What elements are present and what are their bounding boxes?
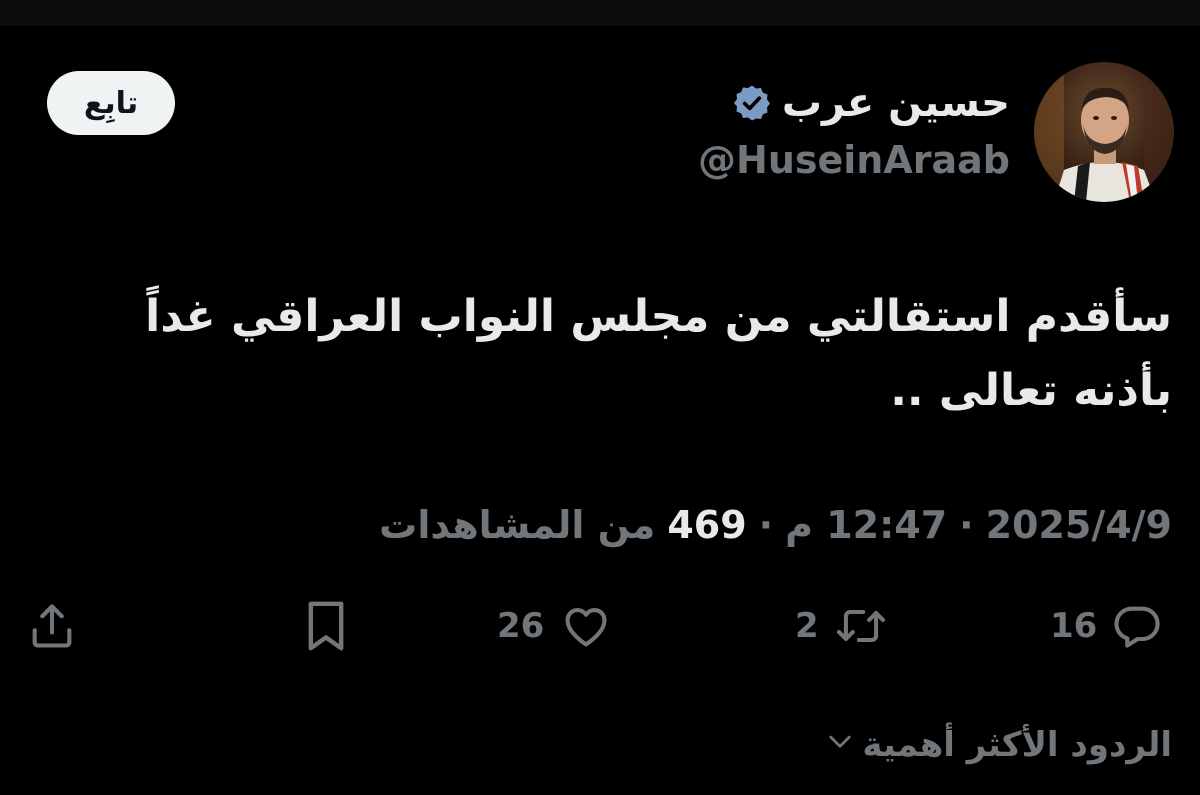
tweet-text-line-2: بأذنه تعالى .. [890,365,1172,416]
tweet-actions: 16 2 26 [0,596,1200,656]
replies-sort-dropdown[interactable]: الردود الأكثر أهمية [824,718,1172,772]
bookmark-icon [302,598,350,654]
avatar-image [1034,62,1174,202]
reply-count: 16 [1050,606,1098,646]
reply-button[interactable]: 16 [1050,596,1163,656]
bookmark-button[interactable] [302,596,350,656]
retweet-button[interactable]: 2 [795,596,889,656]
chevron-down-icon [824,725,856,766]
share-button[interactable] [26,596,78,656]
top-strip [0,0,1200,26]
replies-sort-label: الردود الأكثر أهمية [862,725,1172,765]
share-icon [26,600,78,652]
avatar[interactable] [1034,62,1174,202]
like-icon [558,600,614,652]
tweet-time[interactable]: 12:47 م [785,503,947,547]
like-button[interactable]: 26 [497,596,614,656]
retweet-icon [833,600,889,652]
follow-button[interactable]: تابِع [47,71,175,135]
verified-badge-icon[interactable] [732,83,772,123]
tweet-text: سأقدم استقالتي من مجلس النواب العراقي غد… [32,280,1172,428]
views-label: من المشاهدات [379,503,656,547]
user-handle[interactable]: @HuseinAraab [698,138,1010,182]
user-name-row: حسين عرب [732,78,1010,128]
display-name[interactable]: حسين عرب [782,80,1010,126]
tweet-text-line-1: سأقدم استقالتي من مجلس النواب العراقي غد… [145,291,1172,342]
views-count[interactable]: 469 [667,503,746,547]
like-count: 26 [497,606,545,646]
tweet-meta: 2025/4/9 · 12:47 م · 469 من المشاهدات [379,497,1172,553]
meta-separator: · [758,503,774,547]
reply-icon [1111,600,1163,652]
tweet-date[interactable]: 2025/4/9 [986,503,1172,547]
retweet-count: 2 [795,606,819,646]
meta-separator: · [959,503,974,547]
